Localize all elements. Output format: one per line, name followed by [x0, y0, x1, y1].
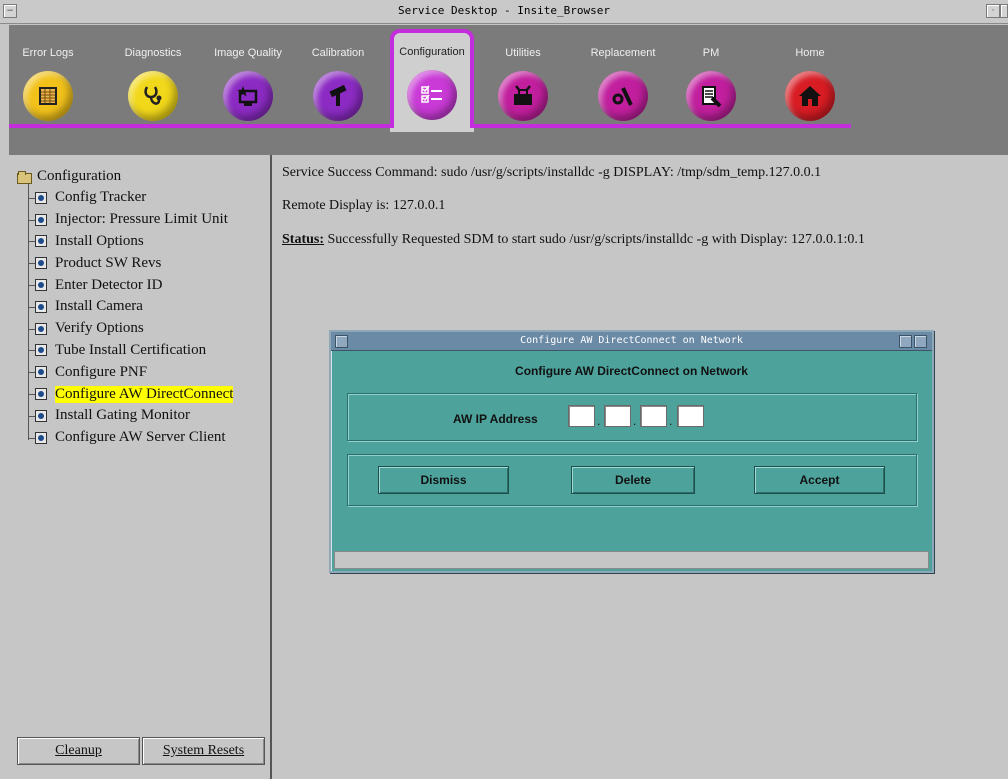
dialog-bottom-strip — [334, 551, 929, 569]
dialog-title: Configure AW DirectConnect on Network — [520, 335, 743, 346]
tool-utilities[interactable]: Utilities — [482, 33, 564, 123]
tool-replacement[interactable]: Replacement — [582, 33, 664, 123]
document-icon — [35, 388, 47, 401]
ip-octet-4-input[interactable] — [677, 405, 704, 427]
window-minimize-button[interactable]: · — [986, 4, 1000, 18]
command-line-text: Service Success Command: sudo /usr/g/scr… — [282, 165, 822, 180]
tool-label: Diagnostics — [124, 47, 182, 59]
configure-aw-directconnect-dialog: Configure AW DirectConnect on Network Co… — [329, 330, 934, 573]
tree-item-label: Verify Options — [55, 320, 144, 337]
system-resets-button[interactable]: System Resets — [142, 737, 265, 765]
config-tree: Configuration Config Tracker Injector: P… — [17, 165, 234, 449]
tool-home[interactable]: Home — [769, 33, 851, 123]
tree-item-label: Enter Detector ID — [55, 276, 163, 293]
home-icon — [785, 71, 835, 121]
dismiss-button[interactable]: Dismiss — [378, 466, 509, 494]
config-tree-panel: Configuration Config Tracker Injector: P… — [9, 155, 272, 779]
document-icon — [35, 409, 47, 422]
tool-label: Home — [795, 47, 825, 59]
tree-item-product-sw-revs[interactable]: Product SW Revs — [28, 252, 233, 274]
tree-item-verify-options[interactable]: Verify Options — [28, 318, 233, 340]
tool-configuration[interactable]: Configuration — [390, 29, 474, 132]
tree-root-label: Configuration — [37, 167, 122, 184]
tree-item-label: Configure AW DirectConnect — [55, 385, 234, 403]
tree-item-label: Product SW Revs — [55, 254, 162, 271]
tree-item-enter-detector-id[interactable]: Enter Detector ID — [28, 274, 233, 296]
tree-item-configure-pnf[interactable]: Configure PNF — [28, 361, 233, 383]
tree-item-injector-pressure-limit-unit[interactable]: Injector: Pressure Limit Unit — [28, 209, 233, 231]
status-line: Status: Successfully Requested SDM to st… — [282, 232, 865, 248]
document-icon — [35, 279, 47, 292]
ip-octet-3-input[interactable] — [640, 405, 667, 427]
ip-address-label: AW IP Address — [453, 412, 538, 426]
tree-item-label: Injector: Pressure Limit Unit — [55, 211, 228, 228]
tool-pm[interactable]: PM — [670, 33, 752, 123]
tool-image-quality[interactable]: Image Quality — [207, 33, 289, 123]
tool-diagnostics[interactable]: Diagnostics — [112, 33, 194, 123]
document-icon — [35, 366, 47, 379]
tool-error-logs[interactable]: Error Logs — [7, 33, 89, 123]
document-icon — [35, 300, 47, 313]
tool-calibration[interactable]: Calibration — [297, 33, 379, 123]
tree-items: Config Tracker Injector: Pressure Limit … — [28, 183, 234, 449]
document-icon — [35, 322, 47, 335]
window-titlebar: − Service Desktop - Insite_Browser · — [0, 0, 1008, 24]
ip-address-frame — [347, 393, 917, 441]
folder-icon — [17, 170, 32, 184]
tree-item-label: Configure PNF — [55, 363, 148, 380]
tree-item-install-camera[interactable]: Install Camera — [28, 296, 233, 318]
tool-label: Calibration — [311, 47, 365, 59]
tree-item-install-options[interactable]: Install Options — [28, 231, 233, 253]
cleanup-button[interactable]: Cleanup — [17, 737, 140, 765]
tool-label: Configuration — [399, 46, 465, 58]
window-title: Service Desktop - Insite_Browser — [398, 4, 610, 17]
document-icon — [35, 257, 47, 270]
toolbox-icon — [498, 71, 548, 121]
accept-button[interactable]: Accept — [754, 466, 885, 494]
document-icon — [35, 344, 47, 357]
remote-display-text: Remote Display is: 127.0.0.1 — [282, 198, 446, 213]
status-text: Successfully Requested SDM to start sudo… — [324, 232, 865, 247]
calibration-icon — [313, 71, 363, 121]
tree-root-configuration[interactable]: Configuration — [17, 165, 233, 187]
wrench-icon — [598, 71, 648, 121]
dialog-minimize-button[interactable] — [899, 335, 912, 348]
delete-button[interactable]: Delete — [571, 466, 695, 494]
tool-label: Replacement — [590, 47, 656, 59]
tool-label: Utilities — [505, 47, 541, 59]
tree-item-label: Config Tracker — [55, 189, 147, 206]
pm-icon — [686, 71, 736, 121]
main-toolbar: Error Logs Diagnostics Image Quality Cal… — [9, 25, 1008, 155]
tree-item-configure-aw-directconnect[interactable]: Configure AW DirectConnect — [28, 383, 234, 405]
document-icon — [35, 191, 47, 204]
ip-octet-1-input[interactable] — [568, 405, 595, 427]
error-logs-icon — [23, 71, 73, 121]
document-icon — [35, 213, 47, 226]
image-quality-icon — [223, 71, 273, 121]
tool-label: Image Quality — [214, 47, 282, 59]
tree-item-configure-aw-server-client[interactable]: Configure AW Server Client — [28, 427, 233, 449]
document-icon — [35, 235, 47, 248]
tool-label: Error Logs — [22, 47, 74, 59]
tree-item-label: Tube Install Certification — [55, 341, 207, 358]
dialog-titlebar: Configure AW DirectConnect on Network — [331, 332, 932, 351]
tree-item-label: Configure AW Server Client — [55, 429, 226, 446]
tree-item-label: Install Gating Monitor — [55, 407, 190, 424]
tree-item-install-gating-monitor[interactable]: Install Gating Monitor — [28, 405, 233, 427]
ip-octet-2-input[interactable] — [604, 405, 631, 427]
dialog-heading: Configure AW DirectConnect on Network — [515, 364, 748, 378]
dialog-maximize-button[interactable] — [914, 335, 927, 348]
left-panel-buttons: Cleanup System Resets — [17, 737, 265, 765]
checklist-icon — [407, 70, 457, 120]
status-label: Status: — [282, 232, 325, 247]
tree-item-tube-install-certification[interactable]: Tube Install Certification — [28, 340, 233, 362]
tree-item-config-tracker[interactable]: Config Tracker — [28, 187, 233, 209]
tree-item-label: Install Options — [55, 232, 144, 249]
window-maximize-button[interactable] — [1000, 4, 1008, 18]
tree-item-label: Install Camera — [55, 298, 143, 315]
stethoscope-icon — [128, 71, 178, 121]
tool-label: PM — [702, 47, 720, 59]
document-icon — [35, 431, 47, 444]
